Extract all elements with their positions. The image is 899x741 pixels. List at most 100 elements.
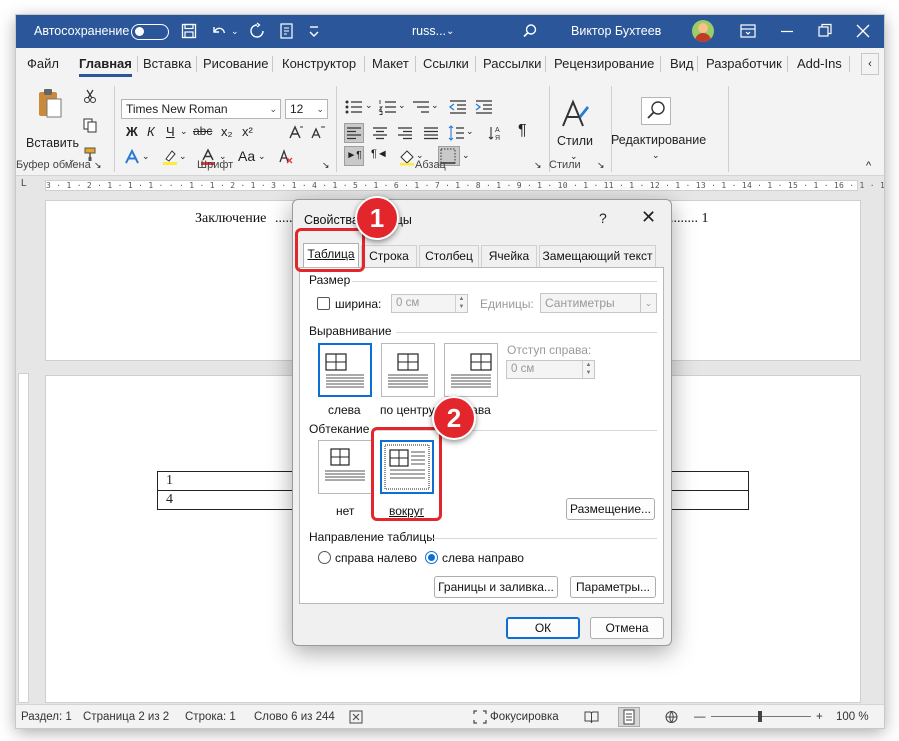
ltr-radio[interactable] bbox=[425, 551, 438, 564]
borders-shading-button[interactable]: Границы и заливка... bbox=[434, 576, 558, 598]
align-center-option[interactable] bbox=[381, 343, 435, 397]
wrap-none-option[interactable] bbox=[318, 440, 372, 494]
customize-icon[interactable] bbox=[278, 22, 296, 40]
decrease-indent-icon[interactable] bbox=[448, 98, 468, 116]
text-effects-icon[interactable] bbox=[124, 149, 140, 165]
indent-input[interactable]: 0 см ▲ ▼ bbox=[506, 360, 595, 379]
cancel-button[interactable]: Отмена bbox=[590, 617, 664, 639]
zoom-out-button[interactable]: — bbox=[694, 705, 706, 728]
subscript-button[interactable]: x₂ bbox=[221, 124, 233, 139]
change-case-dropdown-icon[interactable]: ⌄ bbox=[258, 151, 266, 162]
ribbon-scroll-icon[interactable]: ‹ bbox=[861, 53, 879, 75]
autosave-toggle[interactable] bbox=[131, 24, 169, 40]
doc-name-dropdown-icon[interactable]: ⌄ bbox=[446, 15, 454, 48]
indent-spinner[interactable]: ▲ ▼ bbox=[582, 361, 594, 378]
line-spacing-icon[interactable] bbox=[448, 124, 466, 142]
table-cell[interactable]: 1 bbox=[157, 471, 308, 491]
undo-dropdown-icon[interactable]: ⌄ bbox=[231, 15, 239, 48]
restore-icon[interactable] bbox=[816, 22, 834, 40]
rtl-radio[interactable] bbox=[318, 551, 331, 564]
shading-icon[interactable] bbox=[398, 148, 416, 166]
styles-icon[interactable] bbox=[559, 98, 591, 130]
horizontal-ruler[interactable]: L 3 · 1 · 2 · 1 · 1 · 1 · · · 1 · 1 · 2 … bbox=[16, 177, 884, 193]
align-center-icon[interactable] bbox=[371, 124, 389, 142]
superscript-button[interactable]: x² bbox=[242, 124, 253, 139]
focus-icon[interactable] bbox=[473, 710, 487, 724]
increase-indent-icon[interactable] bbox=[474, 98, 494, 116]
ltr-button[interactable]: ►¶ bbox=[344, 146, 364, 166]
read-mode-icon[interactable] bbox=[584, 710, 599, 724]
bullets-icon[interactable] bbox=[344, 98, 364, 116]
align-right-icon[interactable] bbox=[396, 124, 414, 142]
editing-dropdown-icon[interactable]: ⌄ bbox=[652, 150, 660, 161]
help-button[interactable]: ? bbox=[599, 210, 607, 226]
borders-dropdown-icon[interactable]: ⌄ bbox=[462, 150, 470, 161]
text-effects-dropdown-icon[interactable]: ⌄ bbox=[142, 151, 150, 162]
vertical-ruler[interactable] bbox=[18, 373, 29, 703]
paste-label[interactable]: Вставить bbox=[26, 136, 79, 150]
numbering-dropdown-icon[interactable]: ⌄ bbox=[398, 100, 406, 111]
placement-button[interactable]: Размещение... bbox=[566, 498, 655, 520]
align-right-option[interactable] bbox=[444, 343, 498, 397]
tab-review[interactable]: Рецензирование bbox=[554, 48, 654, 80]
text-grow-icon[interactable] bbox=[288, 124, 304, 140]
underline-button[interactable]: Ч bbox=[166, 124, 175, 139]
bold-button[interactable]: Ж bbox=[126, 124, 138, 139]
tab-insert[interactable]: Вставка bbox=[143, 48, 191, 80]
tab-row[interactable]: Строка bbox=[361, 245, 417, 267]
document-name[interactable]: russ... bbox=[412, 15, 446, 48]
change-case-button[interactable]: Aa bbox=[238, 148, 255, 164]
font-launcher-icon[interactable]: ↘ bbox=[322, 160, 330, 171]
toc-entry-text[interactable]: Заключение bbox=[195, 211, 266, 227]
status-section[interactable]: Раздел: 1 bbox=[21, 705, 72, 728]
justify-icon[interactable] bbox=[422, 124, 440, 142]
highlight-icon[interactable] bbox=[161, 148, 179, 166]
minimize-icon[interactable] bbox=[778, 22, 796, 40]
tab-developer[interactable]: Разработчик bbox=[706, 48, 782, 80]
italic-button[interactable]: К bbox=[147, 124, 155, 139]
print-layout-button[interactable] bbox=[618, 707, 640, 727]
redo-icon[interactable] bbox=[248, 22, 266, 40]
proofing-icon[interactable] bbox=[349, 710, 363, 724]
table-cell[interactable]: 4 bbox=[157, 490, 308, 510]
tab-cell[interactable]: Ячейка bbox=[481, 245, 537, 267]
multilevel-list-icon[interactable] bbox=[411, 98, 431, 116]
tab-add-ins[interactable]: Add-Ins bbox=[797, 48, 842, 80]
clipboard-launcher-icon[interactable]: ↘ bbox=[94, 160, 102, 171]
avatar[interactable] bbox=[692, 20, 714, 42]
zoom-slider-thumb[interactable] bbox=[758, 711, 762, 722]
web-layout-icon[interactable] bbox=[664, 710, 679, 724]
numbering-icon[interactable] bbox=[378, 98, 398, 116]
clear-formatting-icon[interactable] bbox=[276, 148, 294, 166]
text-shrink-icon[interactable] bbox=[310, 124, 326, 140]
editing-button[interactable]: Редактирование bbox=[611, 133, 706, 147]
ok-button[interactable]: ОК bbox=[506, 617, 580, 639]
tab-file[interactable]: Файл bbox=[27, 48, 59, 80]
close-icon[interactable] bbox=[854, 22, 872, 40]
tab-references[interactable]: Ссылки bbox=[423, 48, 469, 80]
units-select[interactable]: Сантиметры ⌄ bbox=[540, 293, 657, 313]
tab-selector-icon[interactable]: L bbox=[21, 178, 27, 189]
rtl-button[interactable]: ¶◄ bbox=[371, 148, 388, 160]
options-button[interactable]: Параметры... bbox=[570, 576, 656, 598]
status-words[interactable]: Слово 6 из 244 bbox=[254, 705, 335, 728]
tab-draw[interactable]: Рисование bbox=[203, 48, 268, 80]
styles-launcher-icon[interactable]: ↘ bbox=[597, 160, 605, 171]
save-icon[interactable] bbox=[180, 22, 198, 40]
search-icon[interactable] bbox=[521, 22, 539, 40]
font-size-combo[interactable]: 12 ⌄ bbox=[285, 99, 328, 119]
status-line[interactable]: Строка: 1 bbox=[185, 705, 236, 728]
strikethrough-button[interactable]: abc bbox=[193, 124, 212, 138]
collapse-ribbon-icon[interactable]: ^ bbox=[866, 160, 871, 172]
tab-home[interactable]: Главная bbox=[79, 48, 132, 80]
tab-view[interactable]: Вид bbox=[670, 48, 694, 80]
align-left-option[interactable] bbox=[318, 343, 372, 397]
status-focus[interactable]: Фокусировка bbox=[490, 705, 559, 728]
multilevel-dropdown-icon[interactable]: ⌄ bbox=[431, 100, 439, 111]
copy-icon[interactable] bbox=[82, 117, 98, 133]
zoom-level[interactable]: 100 % bbox=[836, 705, 869, 728]
tab-alt-text[interactable]: Замещающий текст bbox=[539, 245, 656, 267]
ribbon-display-icon[interactable] bbox=[739, 22, 757, 40]
cut-icon[interactable] bbox=[82, 88, 98, 104]
styles-button[interactable]: Стили bbox=[557, 134, 593, 148]
